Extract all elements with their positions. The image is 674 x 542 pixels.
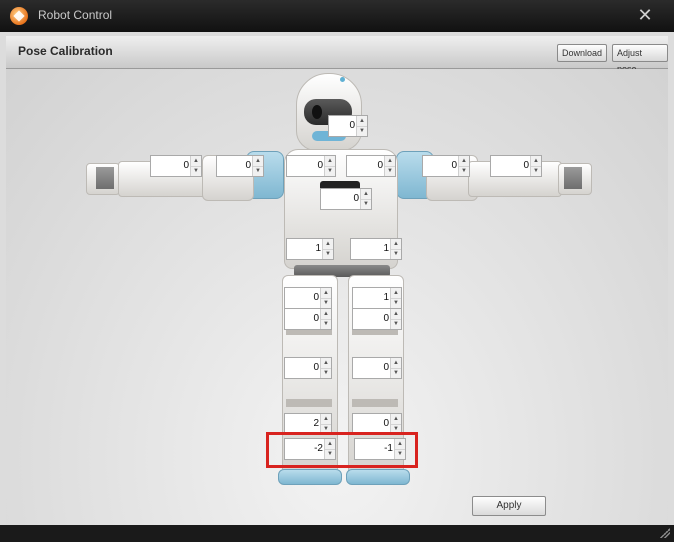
servo-value: 0 [377, 160, 383, 171]
left-shin-gap [286, 399, 332, 407]
decrement-arrow-icon[interactable]: ▼ [191, 166, 201, 176]
robot-eye-icon [312, 105, 322, 119]
decrement-arrow-icon[interactable]: ▼ [321, 368, 331, 378]
adjust-pose-button[interactable]: Adjust pose [612, 44, 668, 74]
spin-arrows: ▲ ▼ [190, 156, 201, 176]
right-shin-gap [352, 399, 398, 407]
servo-left-knee-spinbox[interactable]: 0 ▲ ▼ [284, 357, 332, 379]
servo-left-shoulder-spinbox[interactable]: 0 ▲ ▼ [286, 155, 336, 177]
servo-right-thigh-upper-spinbox[interactable]: 1 ▲ ▼ [352, 287, 402, 309]
servo-left-hip-spinbox[interactable]: 1 ▲ ▼ [286, 238, 334, 260]
spin-arrows: ▲ ▼ [530, 156, 541, 176]
servo-head-spinbox[interactable]: 0 ▲ ▼ [328, 115, 368, 137]
servo-value: 0 [383, 418, 389, 429]
left-hand-grip [96, 167, 114, 189]
decrement-arrow-icon[interactable]: ▼ [385, 166, 395, 176]
decrement-arrow-icon[interactable]: ▼ [391, 368, 401, 378]
spin-arrows: ▲ ▼ [384, 156, 395, 176]
servo-left-hand-spinbox[interactable]: 0 ▲ ▼ [150, 155, 202, 177]
decrement-arrow-icon[interactable]: ▼ [325, 166, 335, 176]
servo-value: 0 [183, 160, 189, 171]
apply-button[interactable]: Apply [472, 496, 546, 516]
spin-arrows: ▲ ▼ [320, 414, 331, 434]
download-button[interactable]: Download [557, 44, 608, 62]
servo-value: 0 [317, 160, 323, 171]
servo-value: 0 [383, 313, 389, 324]
decrement-arrow-icon[interactable]: ▼ [459, 166, 469, 176]
servo-value: 0 [383, 362, 389, 373]
spin-arrows: ▲ ▼ [390, 309, 401, 329]
decrement-arrow-icon[interactable]: ▼ [391, 249, 401, 259]
spin-arrows: ▲ ▼ [390, 288, 401, 308]
servo-left-thigh-lower-spinbox[interactable]: 0 ▲ ▼ [284, 308, 332, 330]
spin-arrows: ▲ ▼ [390, 414, 401, 434]
decrement-arrow-icon[interactable]: ▼ [321, 298, 331, 308]
spin-arrows: ▲ ▼ [390, 239, 401, 259]
decrement-arrow-icon[interactable]: ▼ [253, 166, 263, 176]
head-led-icon [340, 77, 345, 82]
servo-value: 0 [451, 160, 457, 171]
highlight-box [266, 432, 418, 468]
title-bar: Robot Control ✕ [0, 0, 674, 32]
decrement-arrow-icon[interactable]: ▼ [321, 319, 331, 329]
servo-value: 1 [383, 243, 389, 254]
servo-left-thigh-upper-spinbox[interactable]: 0 ▲ ▼ [284, 287, 332, 309]
decrement-arrow-icon[interactable]: ▼ [531, 166, 541, 176]
decrement-arrow-icon[interactable]: ▼ [357, 126, 367, 136]
spin-arrows: ▲ ▼ [320, 358, 331, 378]
spin-arrows: ▲ ▼ [356, 116, 367, 136]
servo-value: 1 [383, 292, 389, 303]
servo-value: 0 [313, 292, 319, 303]
servo-value: 2 [313, 418, 319, 429]
resize-grip-icon[interactable] [660, 528, 670, 538]
decrement-arrow-icon[interactable]: ▼ [391, 319, 401, 329]
servo-value: 0 [353, 193, 359, 204]
servo-value: 0 [349, 120, 355, 131]
servo-right-elbow-spinbox[interactable]: 0 ▲ ▼ [422, 155, 470, 177]
page-title: Pose Calibration [18, 44, 113, 58]
spin-arrows: ▲ ▼ [320, 309, 331, 329]
servo-right-knee-spinbox[interactable]: 0 ▲ ▼ [352, 357, 402, 379]
servo-left-elbow-spinbox[interactable]: 0 ▲ ▼ [216, 155, 264, 177]
servo-right-thigh-lower-spinbox[interactable]: 0 ▲ ▼ [352, 308, 402, 330]
right-hand-grip [564, 167, 582, 189]
servo-value: 0 [523, 160, 529, 171]
spin-arrows: ▲ ▼ [324, 156, 335, 176]
spin-arrows: ▲ ▼ [252, 156, 263, 176]
decrement-arrow-icon[interactable]: ▼ [361, 199, 371, 209]
robot-control-window: Robot Control ✕ Pose Calibration Downloa… [0, 0, 674, 542]
app-logo-icon [10, 7, 28, 25]
decrement-arrow-icon[interactable]: ▼ [323, 249, 333, 259]
spin-arrows: ▲ ▼ [458, 156, 469, 176]
window-title: Robot Control [38, 8, 113, 22]
close-button[interactable]: ✕ [628, 4, 662, 26]
servo-value: 0 [313, 362, 319, 373]
right-foot [346, 469, 410, 485]
decrement-arrow-icon[interactable]: ▼ [391, 298, 401, 308]
spin-arrows: ▲ ▼ [360, 189, 371, 209]
servo-chest-spinbox[interactable]: 0 ▲ ▼ [320, 188, 372, 210]
spin-arrows: ▲ ▼ [322, 239, 333, 259]
servo-value: 0 [245, 160, 251, 171]
left-foot [278, 469, 342, 485]
servo-right-hand-spinbox[interactable]: 0 ▲ ▼ [490, 155, 542, 177]
panel-header: Pose Calibration Download Adjust pose [6, 36, 668, 74]
servo-value: 0 [313, 313, 319, 324]
servo-value: 1 [315, 243, 321, 254]
servo-right-hip-spinbox[interactable]: 1 ▲ ▼ [350, 238, 402, 260]
status-bar [0, 525, 674, 542]
servo-right-shoulder-spinbox[interactable]: 0 ▲ ▼ [346, 155, 396, 177]
spin-arrows: ▲ ▼ [390, 358, 401, 378]
spin-arrows: ▲ ▼ [320, 288, 331, 308]
